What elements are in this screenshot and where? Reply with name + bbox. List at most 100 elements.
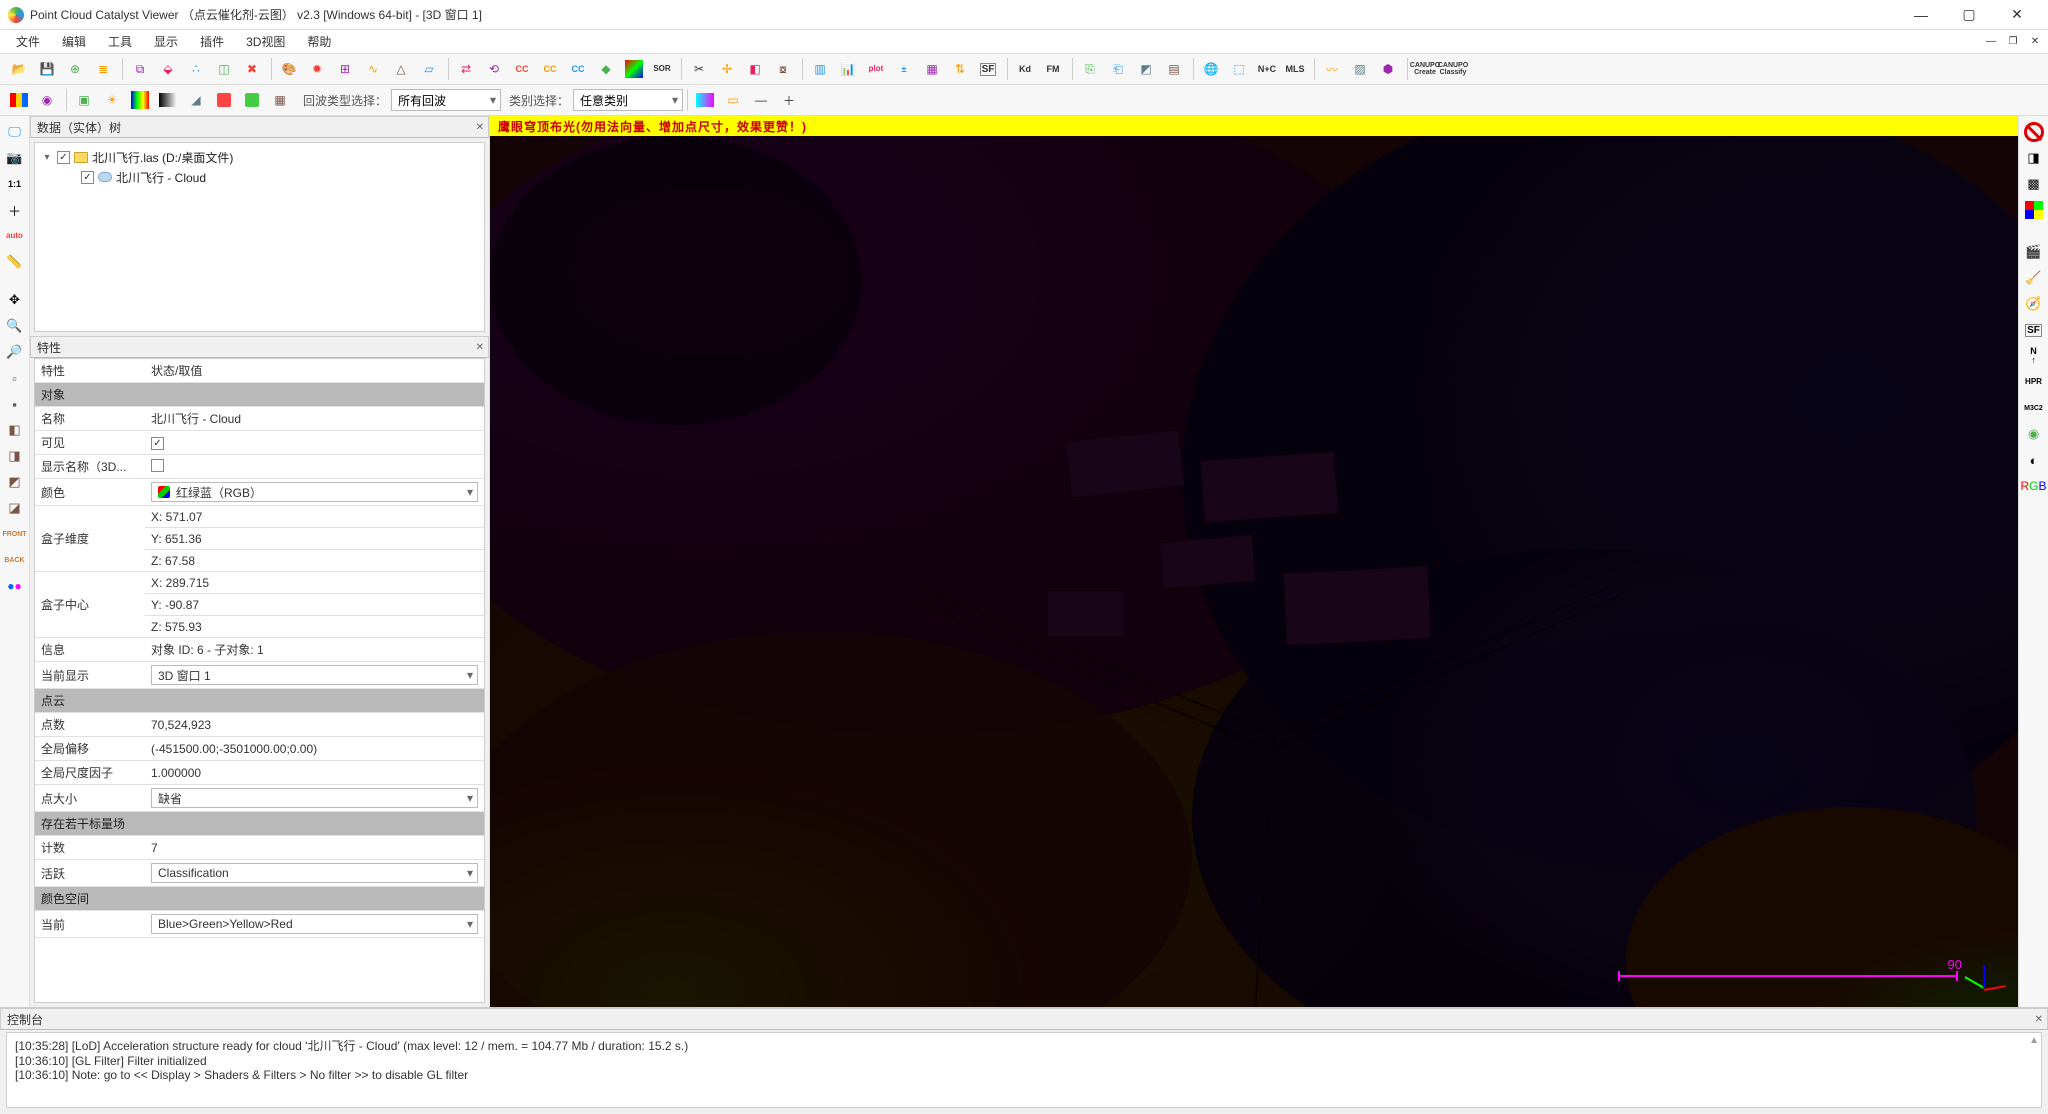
- tree-expand-icon[interactable]: ▾: [41, 152, 53, 163]
- octree-icon[interactable]: ⊞: [332, 56, 358, 82]
- csv-import-icon[interactable]: ⎘: [1077, 56, 1103, 82]
- tree-child-checkbox[interactable]: [81, 171, 94, 184]
- menu-display[interactable]: 显示: [144, 31, 188, 52]
- sf-gradient-icon[interactable]: ▦: [919, 56, 945, 82]
- translate-icon[interactable]: ✥: [3, 288, 27, 312]
- db-tree[interactable]: ▾ 北川飞行.las (D:/桌面文件) 北川飞行 - Cloud: [34, 142, 485, 332]
- open-file-icon[interactable]: 📂: [6, 56, 32, 82]
- menu-3dview[interactable]: 3D视图: [236, 31, 295, 52]
- fm-icon[interactable]: FM: [1040, 56, 1066, 82]
- clone-icon[interactable]: ⧉: [127, 56, 153, 82]
- mdi-restore-button[interactable]: ❐: [2004, 34, 2022, 50]
- palette-green-icon[interactable]: [239, 87, 265, 113]
- save-icon[interactable]: 💾: [34, 56, 60, 82]
- curve-fit-icon[interactable]: 〰: [1319, 56, 1345, 82]
- normals-icon[interactable]: ✹: [304, 56, 330, 82]
- scalar-icon[interactable]: ∿: [360, 56, 386, 82]
- view-ibook-icon[interactable]: ◩: [3, 470, 27, 494]
- minus-icon[interactable]: —: [748, 87, 774, 113]
- mdi-minimize-button[interactable]: —: [1982, 34, 2000, 50]
- prop-name-value[interactable]: 北川飞行 - Cloud: [145, 407, 484, 431]
- plot-icon[interactable]: plot: [863, 56, 889, 82]
- console-scroll-up-icon[interactable]: ▲: [2029, 1035, 2039, 1046]
- surface-analysis-icon[interactable]: ◉: [2022, 422, 2046, 446]
- levels-icon[interactable]: ⧇: [770, 56, 796, 82]
- rgb-blend-icon[interactable]: ◉: [34, 87, 60, 113]
- sample-mesh-icon[interactable]: ◫: [211, 56, 237, 82]
- zoom-fit-icon[interactable]: 🔎: [3, 340, 27, 364]
- mesh-icon[interactable]: △: [388, 56, 414, 82]
- view-right-icon[interactable]: ◨: [3, 444, 27, 468]
- raster-icon[interactable]: ▤: [1161, 56, 1187, 82]
- ruler-icon[interactable]: 📏: [3, 250, 27, 274]
- point-pick-icon[interactable]: ⊕: [62, 56, 88, 82]
- class-select[interactable]: 任意类别: [573, 89, 683, 111]
- close-button[interactable]: ✕: [1994, 2, 2040, 28]
- canupo-classify-icon[interactable]: CANUPOClassify: [1440, 56, 1466, 82]
- broom-icon[interactable]: 🧹: [2022, 266, 2046, 290]
- height-ramp-icon[interactable]: [127, 87, 153, 113]
- menu-file[interactable]: 文件: [6, 31, 50, 52]
- class-colors-icon[interactable]: ▣: [71, 87, 97, 113]
- echo-type-select[interactable]: 所有回波: [391, 89, 501, 111]
- view-top-icon[interactable]: ▫: [3, 366, 27, 390]
- tree-root-label[interactable]: 北川飞行.las (D:/桌面文件): [92, 149, 233, 166]
- shader-cube-icon[interactable]: ◨: [2022, 146, 2046, 170]
- mls-icon[interactable]: MLS: [1282, 56, 1308, 82]
- cc-label-icon[interactable]: CC: [565, 56, 591, 82]
- menu-edit[interactable]: 编辑: [52, 31, 96, 52]
- primitive-icon[interactable]: ◆: [593, 56, 619, 82]
- register-icon[interactable]: ⇄: [453, 56, 479, 82]
- camera-icon[interactable]: 📷: [3, 146, 27, 170]
- palette-red-icon[interactable]: [211, 87, 237, 113]
- prop-display-select[interactable]: 3D 窗口 1: [151, 665, 478, 685]
- flickr-icon[interactable]: ●●: [3, 574, 27, 598]
- prop-active-sf-select[interactable]: Classification: [151, 863, 478, 883]
- prop-colorscale-select[interactable]: Blue>Green>Yellow>Red: [151, 914, 478, 934]
- properties-header[interactable]: 特性 ✕: [30, 336, 489, 358]
- kdtree-icon[interactable]: Kd: [1012, 56, 1038, 82]
- globe-icon[interactable]: 🌐: [1198, 56, 1224, 82]
- cc-compare-icon[interactable]: CC: [509, 56, 535, 82]
- m3c2-icon[interactable]: M3C2: [2022, 396, 2046, 420]
- prop-color-select[interactable]: 红绿蓝（RGB）: [151, 482, 478, 502]
- db-tree-header[interactable]: 数据（实体）树 ✕: [30, 116, 489, 138]
- subsample-icon[interactable]: ∴: [183, 56, 209, 82]
- sf-label-icon[interactable]: SF: [975, 56, 1001, 82]
- movie-icon[interactable]: 🎬: [2022, 240, 2046, 264]
- view-front-icon[interactable]: FRONT: [3, 522, 27, 546]
- pcv-icon[interactable]: ◐: [2022, 448, 2046, 472]
- prop-showname-checkbox[interactable]: [151, 459, 164, 472]
- tree-root-checkbox[interactable]: [57, 151, 70, 164]
- nc-icon[interactable]: N+C: [1254, 56, 1280, 82]
- crosshair-icon[interactable]: ✢: [714, 56, 740, 82]
- sor-filter-icon[interactable]: SOR: [649, 56, 675, 82]
- sf-box-icon[interactable]: SF: [2022, 318, 2046, 342]
- eraser-icon[interactable]: ◧: [742, 56, 768, 82]
- sf-convert-icon[interactable]: ⇅: [947, 56, 973, 82]
- grid-preview-icon[interactable]: [692, 87, 718, 113]
- edl-icon[interactable]: ◢: [183, 87, 209, 113]
- palette-grid-icon[interactable]: ▦: [267, 87, 293, 113]
- sf-arith-icon[interactable]: ±: [891, 56, 917, 82]
- mdi-close-button[interactable]: ✕: [2026, 34, 2044, 50]
- one-to-one-icon[interactable]: 1:1: [3, 172, 27, 196]
- viewport-3d[interactable]: 鹰眼穹顶布光(勿用法向量、增加点尺寸，效果更赞！): [490, 116, 2018, 1007]
- console-close-icon[interactable]: ✕: [2035, 1014, 2043, 1025]
- console-header[interactable]: 控制台 ✕: [0, 1008, 2048, 1030]
- plane-fit-icon[interactable]: ▱: [416, 56, 442, 82]
- align-icon[interactable]: ⟲: [481, 56, 507, 82]
- intensity-icon[interactable]: ☀: [99, 87, 125, 113]
- north-icon[interactable]: N↑: [2022, 344, 2046, 368]
- merge-icon[interactable]: ⬙: [155, 56, 181, 82]
- prop-visible-checkbox[interactable]: [151, 437, 164, 450]
- prop-pointsize-select[interactable]: 缺省: [151, 788, 478, 808]
- gray-ramp-icon[interactable]: [155, 87, 181, 113]
- colorize-icon[interactable]: 🎨: [276, 56, 302, 82]
- console-log[interactable]: [10:35:28] [LoD] Acceleration structure …: [6, 1032, 2042, 1108]
- pick-center-icon[interactable]: ＋: [3, 198, 27, 222]
- csv-export-icon[interactable]: ⎗: [1105, 56, 1131, 82]
- hpr-icon[interactable]: HPR: [2022, 370, 2046, 394]
- minimize-button[interactable]: —: [1898, 2, 1944, 28]
- rgb-circle-icon[interactable]: RGB: [2022, 474, 2046, 498]
